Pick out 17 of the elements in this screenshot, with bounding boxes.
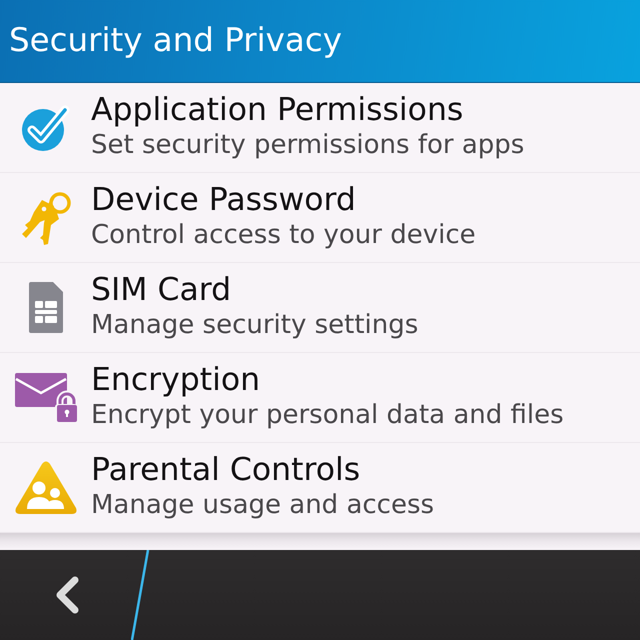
- check-circle-icon: [22, 104, 70, 150]
- keys-icon: [20, 190, 72, 246]
- item-description: Control access to your device: [91, 220, 476, 250]
- item-title: Encryption: [91, 362, 262, 398]
- item-title: SIM Card: [91, 272, 232, 308]
- item-description: Manage security settings: [91, 310, 418, 340]
- envelope-lock-icon: [14, 372, 76, 422]
- screen-title: Security and Privacy: [9, 20, 342, 60]
- item-title: Device Password: [91, 182, 357, 218]
- warning-people-icon: [14, 460, 76, 514]
- item-title: Application Permissions: [91, 92, 464, 128]
- item-description: Encrypt your personal data and files: [91, 400, 564, 430]
- item-description: Manage usage and access: [91, 490, 434, 520]
- back-chevron-icon: [54, 576, 80, 614]
- item-description: Set security permissions for apps: [91, 130, 524, 160]
- item-title: Parental Controls: [91, 452, 362, 488]
- sim-card-icon: [28, 282, 62, 333]
